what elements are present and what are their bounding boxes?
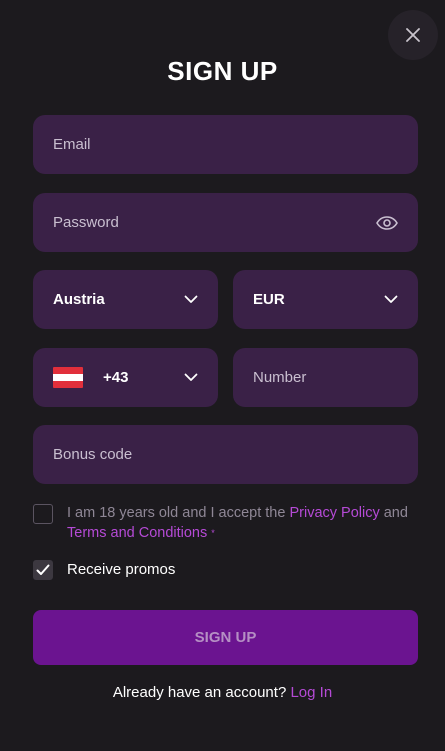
email-field[interactable]: Email [33, 115, 418, 174]
country-value: Austria [53, 291, 105, 308]
austria-flag-icon [53, 367, 83, 388]
close-icon [406, 28, 420, 42]
terms-text-and: and [379, 505, 408, 521]
terms-text-before: I am 18 years old and I accept the [67, 505, 290, 521]
currency-value: EUR [253, 291, 285, 308]
eye-icon[interactable] [376, 215, 398, 230]
close-button[interactable] [388, 10, 438, 60]
country-select[interactable]: Austria [33, 270, 218, 329]
password-placeholder: Password [53, 214, 119, 231]
terms-conditions-link[interactable]: Terms and Conditions [67, 525, 207, 541]
bonus-code-field[interactable]: Bonus code [33, 425, 418, 484]
checkmark-icon [36, 564, 50, 575]
phone-code-select[interactable]: +43 [33, 348, 218, 407]
modal-title: SIGN UP [167, 56, 278, 86]
signup-modal: SIGN UP Email Password Austria EUR +43 N… [0, 0, 445, 751]
terms-text: I am 18 years old and I accept the Priva… [67, 503, 427, 543]
signup-button[interactable]: SIGN UP [33, 610, 418, 665]
terms-checkbox[interactable] [33, 504, 53, 524]
phone-number-field[interactable]: Number [233, 348, 418, 407]
bonus-code-placeholder: Bonus code [53, 446, 133, 463]
currency-select[interactable]: EUR [233, 270, 418, 329]
login-prompt: Already have an account? Log In [0, 684, 445, 701]
password-field[interactable]: Password [33, 193, 418, 252]
login-link[interactable]: Log In [290, 684, 332, 701]
phone-number-placeholder: Number [253, 369, 307, 386]
promos-label: Receive promos [67, 561, 176, 578]
chevron-down-icon [384, 295, 398, 304]
login-prompt-text: Already have an account? [112, 684, 287, 701]
email-placeholder: Email [53, 136, 91, 153]
required-mark: * [211, 528, 215, 539]
chevron-down-icon [184, 373, 198, 382]
phone-code-value: +43 [103, 369, 129, 386]
promos-checkbox[interactable] [33, 560, 53, 580]
chevron-down-icon [184, 295, 198, 304]
privacy-policy-link[interactable]: Privacy Policy [289, 505, 379, 521]
